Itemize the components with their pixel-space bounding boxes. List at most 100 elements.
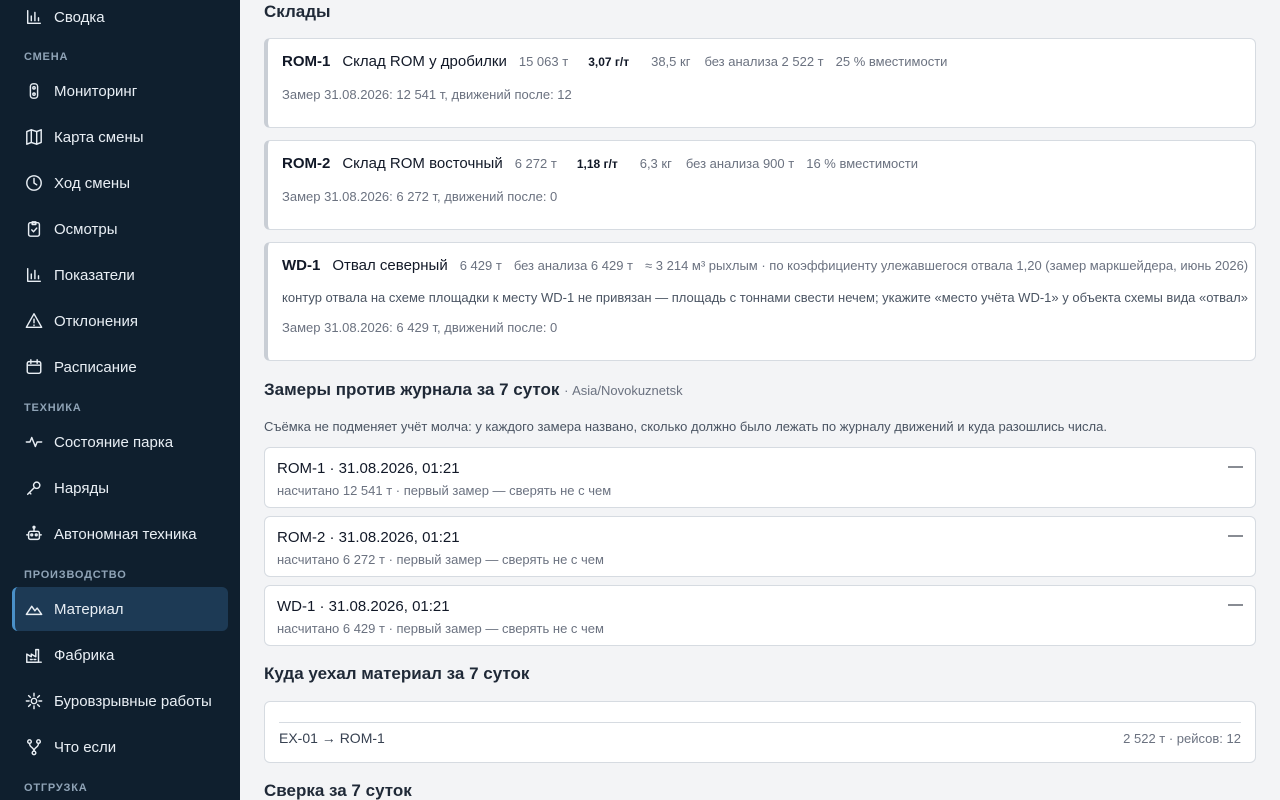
warehouse-card: WD-1 Отвал северный 6 429 т без анализа … [264,242,1256,361]
sidebar-item-drill-blast[interactable]: Буровзрывные работы [12,679,228,723]
flows-card: EX-01 → ROM-1 2 522 т · рейсов: 12 [264,701,1256,763]
branch-icon [24,737,44,757]
warehouse-grade: 3,07 г/т [588,55,630,69]
warehouse-metal: 38,5 кг [651,54,691,69]
sidebar-item-fleet-status[interactable]: Состояние парка [12,420,228,464]
measurement-title: ROM-2 · 31.08.2026, 01:21 [277,529,460,546]
measurement-diff: — [1228,527,1243,544]
sidebar-item-label: Что если [54,738,117,756]
measurement-subtitle: насчитано 12 541 т · первый замер — свер… [277,483,612,498]
measurement-diff: — [1228,596,1243,613]
pulse-icon [24,432,44,452]
measurement-subtitle: насчитано 6 272 т · первый замер — сверя… [277,552,604,567]
sidebar-item-factory[interactable]: Фабрика [12,633,228,677]
warehouse-tons: 15 063 т [518,54,569,69]
main-content: Склады ROM-1 Склад ROM у дробилки 15 063… [240,0,1280,800]
warning-icon [24,311,44,331]
blast-icon [24,691,44,711]
section-label-shipping: ОТГРУЗКА [24,782,88,794]
wrench-icon [24,478,44,498]
sidebar-item-metrics[interactable]: Показатели [12,253,228,297]
factory-icon [24,645,44,665]
warehouse-unanalyzed: без анализа 2 522 т [704,54,824,69]
measurement-card[interactable]: ROM-1 · 31.08.2026, 01:21 насчитано 12 5… [264,447,1256,508]
measurements-title: Замеры против журнала за 7 суток · Asia/… [264,380,683,400]
sidebar-item-label: Карта смены [54,128,144,146]
sidebar-item-shift-progress[interactable]: Ход смены [12,161,228,205]
measurements-timezone: · Asia/Novokuznetsk [564,383,683,398]
sidebar-item-schedule[interactable]: Расписание [12,345,228,389]
warehouse-tons: 6 272 т [514,156,557,171]
warehouse-warning: контур отвала на схеме площадки к месту … [282,290,1248,305]
bar-chart-icon [24,7,44,27]
warehouse-measurement: Замер 31.08.2026: 6 429 т, движений посл… [282,320,558,335]
sidebar-item-label: Автономная техника [54,525,197,543]
sidebar-item-material[interactable]: Материал [12,587,228,631]
warehouse-code: WD-1 [282,257,321,274]
measurement-subtitle: насчитано 6 429 т · первый замер — сверя… [277,621,604,636]
sidebar-item-label: Фабрика [54,646,115,664]
robot-icon [24,524,44,544]
warehouse-card: ROM-2 Склад ROM восточный 6 272 т 1,18 г… [264,140,1256,230]
sidebar-item-label: Состояние парка [54,433,174,451]
sidebar-item-label: Мониторинг [54,82,138,100]
warehouse-volume: ≈ 3 214 м³ рыхлым · по коэффициенту улеж… [645,258,1249,273]
sidebar-item-what-if[interactable]: Что если [12,725,228,769]
traffic-light-icon [24,81,44,101]
warehouse-metal: 6,3 кг [639,156,672,171]
warehouse-card: ROM-1 Склад ROM у дробилки 15 063 т 3,07… [264,38,1256,128]
sidebar-item-label: Ход смены [54,174,130,192]
reconcile-title: Сверка за 7 суток [264,781,412,800]
measurement-diff: — [1228,458,1243,475]
warehouse-code: ROM-1 [282,53,331,70]
warehouse-name: Склад ROM у дробилки [342,53,507,70]
sidebar-item-label: Сводка [54,8,105,26]
sidebar-item-label: Отклонения [54,312,138,330]
warehouse-capacity: 16 % вместимости [806,156,918,171]
sidebar-item-autonomous[interactable]: Автономная техника [12,512,228,556]
warehouse-summary: WD-1 Отвал северный 6 429 т без анализа … [282,257,1248,274]
sidebar-item-label: Буровзрывные работы [54,692,212,710]
sidebar-item-monitoring[interactable]: Мониторинг [12,69,228,113]
sidebar-item-deviations[interactable]: Отклонения [12,299,228,343]
warehouse-measurement: Замер 31.08.2026: 6 272 т, движений посл… [282,189,558,204]
warehouse-name: Отвал северный [332,257,448,274]
clock-icon [24,173,44,193]
warehouse-grade: 1,18 г/т [576,157,618,171]
flows-divider [279,722,1241,723]
warehouse-summary: ROM-2 Склад ROM восточный 6 272 т 1,18 г… [282,155,930,172]
sidebar-item-work-orders[interactable]: Наряды [12,466,228,510]
clipboard-check-icon [24,219,44,239]
flow-route: EX-01 → ROM-1 [279,730,385,746]
flows-title: Куда уехал материал за 7 суток [264,664,530,683]
sidebar-item-shift-map[interactable]: Карта смены [12,115,228,159]
section-label-production: ПРОИЗВОДСТВО [24,569,127,581]
measurement-title: WD-1 · 31.08.2026, 01:21 [277,598,450,615]
warehouse-unanalyzed: без анализа 6 429 т [513,258,634,273]
calendar-icon [24,357,44,377]
section-label-shift: СМЕНА [24,51,69,63]
sidebar: Сводка СМЕНА Мониторинг Карта смены Ход … [0,0,240,800]
warehouse-tons: 6 429 т [459,258,502,273]
measurements-title-text: Замеры против журнала за 7 суток [264,380,560,399]
sidebar-item-label: Расписание [54,358,137,376]
warehouse-capacity: 25 % вместимости [835,54,948,69]
sidebar-item-label: Наряды [54,479,110,497]
sidebar-item-inspections[interactable]: Осмотры [12,207,228,251]
warehouses-title: Склады [264,2,331,21]
measurement-title: ROM-1 · 31.08.2026, 01:21 [277,460,460,477]
measurement-card[interactable]: ROM-2 · 31.08.2026, 01:21 насчитано 6 27… [264,516,1256,577]
warehouse-name: Склад ROM восточный [342,155,503,172]
measurement-card[interactable]: WD-1 · 31.08.2026, 01:21 насчитано 6 429… [264,585,1256,646]
warehouse-measurement: Замер 31.08.2026: 12 541 т, движений пос… [282,87,572,102]
sidebar-item-label: Материал [54,600,124,618]
sidebar-item-summary[interactable]: Сводка [12,0,228,39]
warehouse-summary: ROM-1 Склад ROM у дробилки 15 063 т 3,07… [282,53,959,70]
sidebar-item-label: Показатели [54,266,135,284]
measurements-note: Съёмка не подменяет учёт молча: у каждог… [264,419,1107,434]
flow-summary: 2 522 т · рейсов: 12 [1123,731,1241,746]
section-label-equipment: ТЕХНИКА [24,402,82,414]
map-icon [24,127,44,147]
warehouse-code: ROM-2 [282,155,331,172]
mountain-icon [24,599,44,619]
